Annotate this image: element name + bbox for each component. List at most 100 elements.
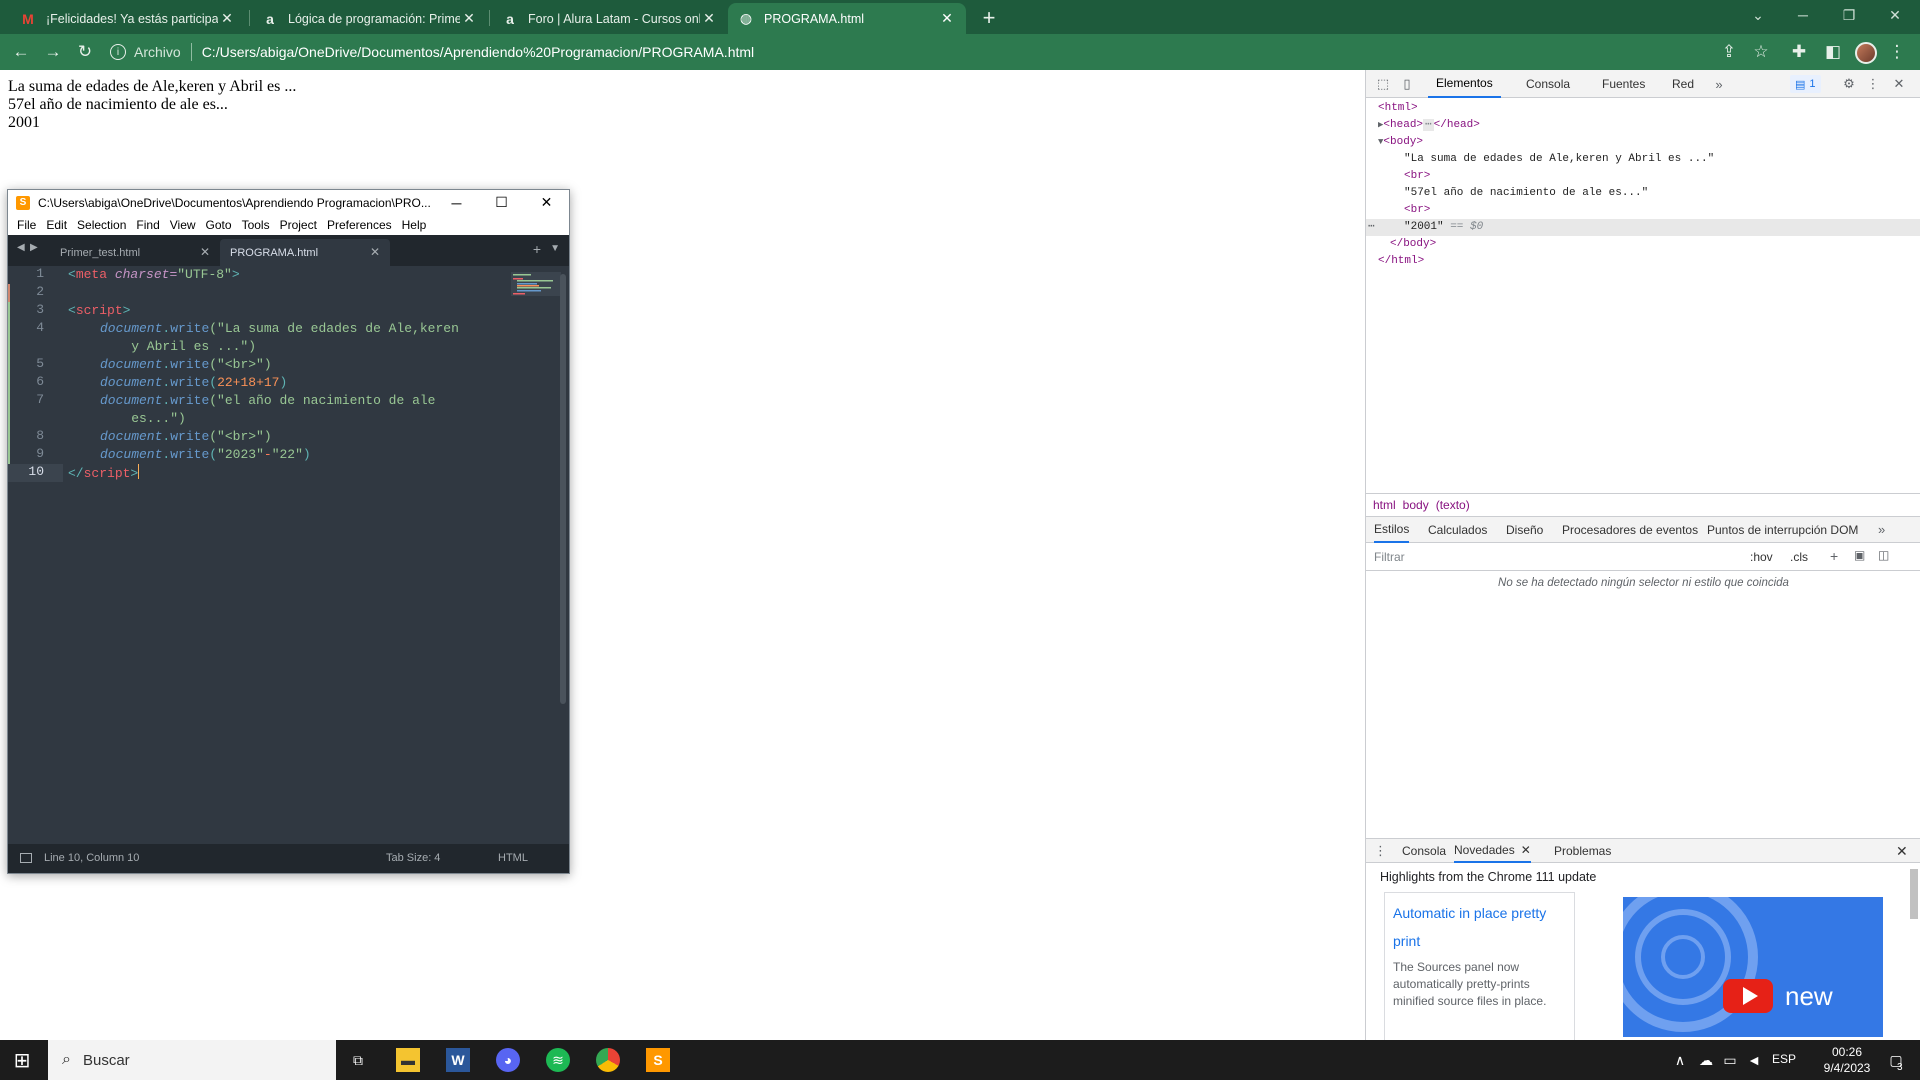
sublime-tab-programa[interactable]: PROGRAMA.html ✕ [220,239,390,266]
close-window-button[interactable]: ✕ [1872,0,1918,30]
new-tab-button[interactable]: + [975,4,1003,32]
dom-node[interactable]: <html> [1366,100,1920,117]
tab-estilos[interactable]: Estilos [1374,517,1410,543]
inspect-element-icon[interactable]: ⬚ [1374,75,1392,93]
tab-scroll-right-icon[interactable]: ▶ [30,242,38,253]
volume-icon[interactable]: ◄ [1742,1048,1766,1072]
styles-scrollbar[interactable] [1910,520,1918,835]
tray-chevron-icon[interactable]: ∧ [1668,1048,1692,1072]
tab-scroll-left-icon[interactable]: ◀ [17,242,25,253]
dom-node[interactable]: <br> [1366,168,1920,185]
menu-find[interactable]: Find [132,218,165,232]
menu-goto[interactable]: Goto [202,218,238,232]
sublime-tab-primer-test[interactable]: Primer_test.html ✕ [50,239,220,266]
menu-edit[interactable]: Edit [42,218,73,232]
browser-tab-programa[interactable]: ◍ PROGRAMA.html ✕ [728,3,966,34]
menu-preferences[interactable]: Preferences [323,218,398,232]
restore-button[interactable]: ❐ [1826,0,1872,30]
dom-tree[interactable]: <html> ▶<head> ⋯ </head> ▼<body> "La suma … [1366,98,1920,528]
onedrive-icon[interactable]: ☁ [1694,1048,1718,1072]
close-tab-icon[interactable]: ✕ [200,245,210,259]
browser-tab-gmail[interactable]: M ¡Felicidades! Ya estás participando ✕ [10,3,246,34]
extensions-icon[interactable]: ✚ [1786,40,1812,64]
menu-tools[interactable]: Tools [238,218,276,232]
sidebar-toggle-icon[interactable]: ◫ [1878,548,1889,562]
hover-toggle[interactable]: :hov [1750,550,1773,564]
filter-input[interactable]: Filtrar [1374,550,1405,564]
panel-toggle-icon[interactable] [20,853,32,863]
spotify-icon[interactable]: ≋ [546,1048,570,1072]
discord-icon[interactable]: ◕ [496,1048,520,1072]
network-icon[interactable]: ▭ [1718,1048,1742,1072]
tab-red[interactable]: Red [1672,70,1694,98]
dom-text-node[interactable]: "La suma de edades de Ale,keren y Abril … [1366,151,1920,168]
tab-size[interactable]: Tab Size: 4 [386,852,440,864]
sublime-title-bar[interactable]: S C:\Users\abiga\OneDrive\Documentos\Apr… [8,190,569,215]
tab-fuentes[interactable]: Fuentes [1602,70,1645,98]
browser-tab-alura-foro[interactable]: a Foro | Alura Latam - Cursos online ✕ [492,3,728,34]
issues-badge[interactable]: ▤ 1 [1790,75,1821,93]
task-view-icon[interactable]: ⧉ [346,1048,370,1072]
minimize-button[interactable]: ─ [1780,0,1826,30]
minimap[interactable] [511,272,561,296]
info-icon[interactable]: i [110,44,126,60]
drawer-tab-consola[interactable]: Consola [1402,839,1446,863]
menu-selection[interactable]: Selection [73,218,132,232]
close-tab-icon[interactable]: ✕ [370,245,380,259]
device-toolbar-icon[interactable]: ▯ [1398,75,1416,93]
menu-file[interactable]: File [13,218,42,232]
more-tabs-icon[interactable]: » [1878,522,1885,537]
dom-node[interactable]: </body> [1366,236,1920,253]
close-drawer-icon[interactable]: ✕ [1896,843,1908,860]
dom-node[interactable]: <br> [1366,202,1920,219]
close-devtools-icon[interactable]: ✕ [1890,75,1908,93]
feature-card[interactable]: Automatic in place pretty print The Sour… [1384,892,1575,1042]
menu-view[interactable]: View [166,218,202,232]
tab-puntos-interrupcion-dom[interactable]: Puntos de interrupción DOM [1707,517,1858,543]
file-explorer-icon[interactable]: ▬ [396,1048,420,1072]
close-tab-icon[interactable]: ✕ [218,10,236,27]
new-file-icon[interactable]: + [533,241,541,257]
settings-gear-icon[interactable]: ⚙ [1840,75,1858,93]
minimize-button[interactable]: ─ [434,195,479,211]
dom-node[interactable]: ▼<body> [1366,134,1920,151]
tab-diseno[interactable]: Diseño [1506,517,1543,543]
side-panel-icon[interactable]: ◧ [1820,40,1846,64]
browser-tab-alura-logica[interactable]: a Lógica de programación: Primeros ✕ [252,3,488,34]
feature-card-title[interactable]: Automatic in place pretty print [1393,899,1566,955]
sublime-text-icon[interactable]: S [646,1048,670,1072]
tab-consola[interactable]: Consola [1526,70,1570,98]
close-tab-icon[interactable]: ✕ [700,10,718,27]
close-tab-icon[interactable]: ✕ [1521,843,1531,857]
tab-search-icon[interactable]: ⌄ [1735,0,1781,30]
drawer-tab-novedades[interactable]: Novedades ✕ [1454,839,1531,863]
vertical-scrollbar[interactable] [560,274,566,704]
whats-new-video[interactable]: new [1623,897,1883,1037]
menu-kebab-icon[interactable]: ⋮ [1884,40,1910,64]
paint-icon[interactable]: ▣ [1854,548,1865,562]
syntax-mode[interactable]: HTML [498,852,528,864]
breadcrumb-body[interactable]: body [1403,498,1429,512]
reload-icon[interactable]: ↻ [72,40,98,64]
tab-elementos[interactable]: Elementos [1428,70,1501,98]
notifications-icon[interactable]: ▢ [1884,1048,1908,1072]
sublime-text-window[interactable]: S C:\Users\abiga\OneDrive\Documentos\Apr… [7,189,570,874]
word-icon[interactable]: W [446,1048,470,1072]
dom-node[interactable]: ▶<head> ⋯ </head> [1366,117,1920,134]
drawer-tab-problemas[interactable]: Problemas [1554,839,1611,863]
address-bar[interactable]: i Archivo C:/Users/abiga/OneDrive/Docume… [110,38,1710,66]
tab-calculados[interactable]: Calculados [1428,517,1487,543]
devtools-menu-icon[interactable]: ⋮ [1864,75,1882,93]
dom-text-node-selected[interactable]: ⋯ "2001" == $0 [1366,219,1920,236]
menu-project[interactable]: Project [276,218,323,232]
language-indicator[interactable]: ESP [1772,1052,1796,1066]
address-url[interactable]: C:/Users/abiga/OneDrive/Documentos/Apren… [202,44,754,60]
drawer-menu-icon[interactable]: ⋮ [1374,843,1387,859]
dom-node[interactable]: </html> [1366,253,1920,270]
new-rule-icon[interactable]: + [1830,548,1838,564]
tab-procesadores-eventos[interactable]: Procesadores de eventos [1562,517,1698,543]
back-icon[interactable]: ← [8,40,34,64]
close-tab-icon[interactable]: ✕ [938,10,956,27]
more-tabs-icon[interactable]: » [1710,75,1728,93]
tab-list-icon[interactable]: ▼ [550,243,560,254]
